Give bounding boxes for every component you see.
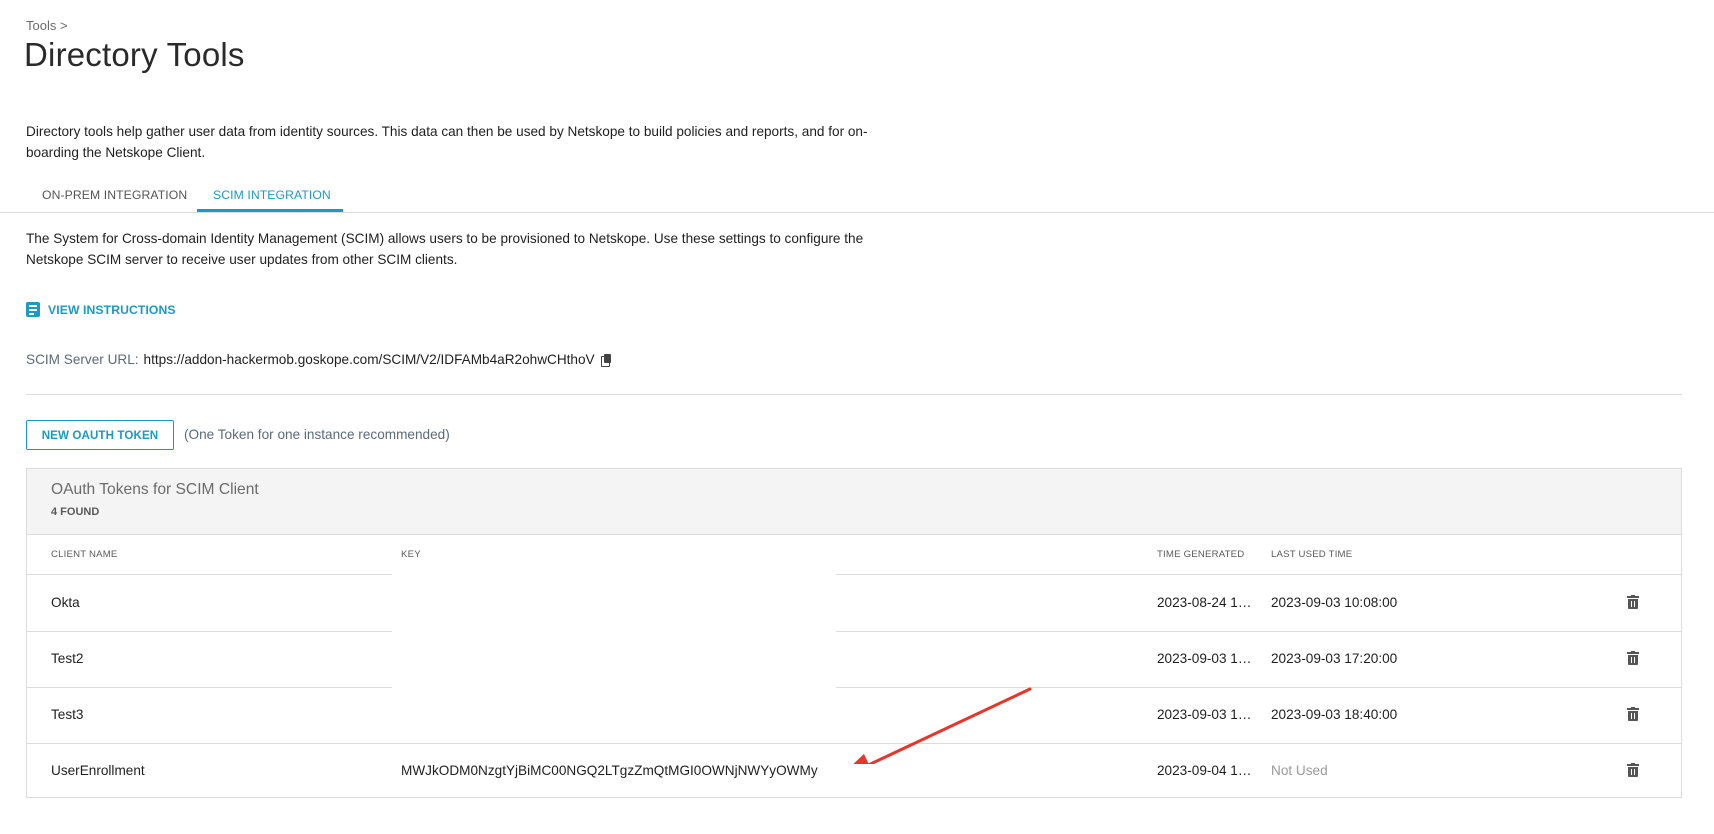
token-hint: (One Token for one instance recommended) <box>184 427 450 442</box>
tab-scim-integration[interactable]: SCIM INTEGRATION <box>213 188 331 202</box>
time-generated: 2023-09-03 1… <box>1157 651 1252 666</box>
new-oauth-token-button[interactable]: NEW OAUTH TOKEN <box>26 420 174 450</box>
view-instructions-label: VIEW INSTRUCTIONS <box>48 302 176 317</box>
time-generated: 2023-09-04 1… <box>1157 763 1252 778</box>
table-row: Okta 2023-08-24 1… 2023-09-03 10:08:00 <box>27 575 1681 632</box>
active-tab-indicator <box>197 209 343 212</box>
time-generated: 2023-09-03 1… <box>1157 707 1252 722</box>
last-used-time: Not Used <box>1271 763 1328 778</box>
copy-icon[interactable] <box>600 353 611 367</box>
table-row: Test2 2023-09-03 1… 2023-09-03 17:20:00 <box>27 631 1681 688</box>
annotation-arrow-icon <box>853 687 1032 764</box>
intro-text: Directory tools help gather user data fr… <box>26 124 868 160</box>
tab-bar: ON-PREM INTEGRATION SCIM INTEGRATION <box>0 182 1714 213</box>
last-used-time: 2023-09-03 18:40:00 <box>1271 707 1398 722</box>
scim-url-row: SCIM Server URL: https://addon-hackermob… <box>26 352 611 367</box>
token-key: MWJkODM0NzgtYjBiMC00NGQ2LTgzZmQtMGI0OWNj… <box>401 763 818 778</box>
tab-on-prem-integration[interactable]: ON-PREM INTEGRATION <box>42 188 187 202</box>
breadcrumb[interactable]: Tools > <box>26 18 68 33</box>
panel-title: OAuth Tokens for SCIM Client <box>51 481 259 498</box>
scim-url-label: SCIM Server URL: <box>26 352 139 367</box>
scim-url-value: https://addon-hackermob.goskope.com/SCIM… <box>143 352 595 367</box>
client-name: UserEnrollment <box>51 763 145 778</box>
trash-icon[interactable] <box>1627 595 1639 609</box>
table-header: CLIENT NAME KEY TIME GENERATED LAST USED… <box>27 534 1681 575</box>
token-count: 4 FOUND <box>51 506 100 518</box>
trash-icon[interactable] <box>1627 707 1639 721</box>
column-key: KEY <box>401 549 421 560</box>
column-client-name: CLIENT NAME <box>51 549 118 560</box>
redaction-patch <box>392 573 836 688</box>
last-used-time: 2023-09-03 10:08:00 <box>1271 595 1398 610</box>
client-name: Test2 <box>51 651 84 666</box>
trash-icon[interactable] <box>1627 763 1639 777</box>
scim-description: The System for Cross-domain Identity Man… <box>26 231 864 267</box>
page-title: Directory Tools <box>24 36 245 73</box>
view-instructions-link[interactable]: VIEW INSTRUCTIONS <box>26 302 176 317</box>
time-generated: 2023-08-24 1… <box>1157 595 1252 610</box>
panel-header: OAuth Tokens for SCIM Client 4 FOUND <box>27 469 1681 535</box>
trash-icon[interactable] <box>1627 651 1639 665</box>
column-time-generated: TIME GENERATED <box>1157 549 1245 560</box>
client-name: Okta <box>51 595 80 610</box>
client-name: Test3 <box>51 707 84 722</box>
document-icon <box>26 302 40 317</box>
divider <box>26 394 1682 395</box>
column-last-used-time: LAST USED TIME <box>1271 549 1353 560</box>
last-used-time: 2023-09-03 17:20:00 <box>1271 651 1398 666</box>
